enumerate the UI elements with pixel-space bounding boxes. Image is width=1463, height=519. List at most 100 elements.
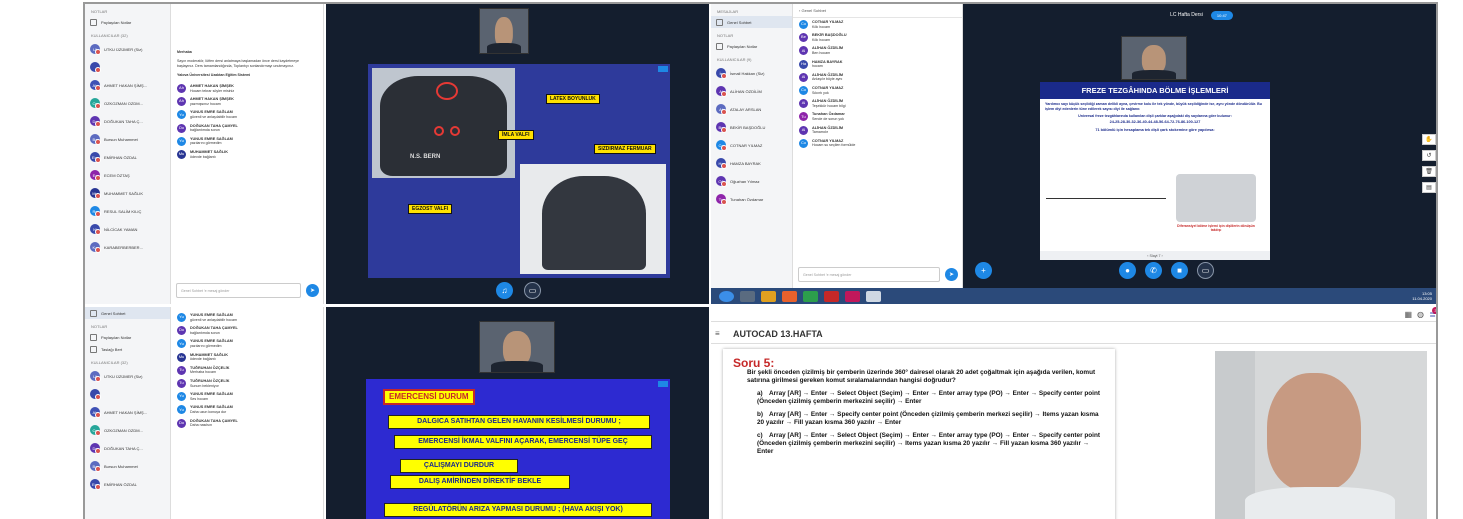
message-text: ödevde bağlantı xyxy=(190,357,216,362)
users-section-title: KULLANICILAR (32) xyxy=(91,360,128,365)
send-icon[interactable]: ➤ xyxy=(945,268,958,281)
start-icon[interactable] xyxy=(719,290,734,302)
user-item[interactable]: Ba Bursun Muhammet xyxy=(85,130,170,148)
user-item[interactable]: Oğ Oğuzhan Yılmaz xyxy=(711,172,792,190)
user-item[interactable]: Be BEKİR BAŞDOĞLU xyxy=(711,118,792,136)
option-letter: c) xyxy=(757,432,763,439)
user-item[interactable]: Re RESUL SALİM KILIÇ xyxy=(85,202,170,220)
avatar: Mu xyxy=(177,352,186,362)
slide-caption: Diferansiyel bölme işlemi için dişlileri… xyxy=(1177,224,1255,232)
welcome-sign: Yalova Üniversitesi Uzaktan Eğitim Siste… xyxy=(177,73,251,77)
avatar: Yu xyxy=(177,405,186,415)
user-item[interactable] xyxy=(85,385,170,403)
user-item[interactable]: Ut UTKU ÜZÜMER (Siz) xyxy=(85,40,170,58)
taskbar-app-2[interactable] xyxy=(845,290,860,302)
avatar: Do xyxy=(177,326,186,336)
public-chat-item[interactable]: Genel Sohbet xyxy=(85,307,170,319)
folder-icon[interactable] xyxy=(761,290,776,302)
user-item[interactable]: Ka KARABERBERBER... xyxy=(85,238,170,256)
message-text: Sunum bekleniyor xyxy=(190,383,219,388)
label-inflate: İMLA VALFI xyxy=(498,130,534,140)
message-author: COTNAR YILMAZ xyxy=(812,138,844,143)
actions-plus-icon[interactable]: + xyxy=(975,262,992,279)
user-item[interactable]: Ah AHMET HAKAN ŞİMŞ... xyxy=(85,76,170,94)
avatar: Ha xyxy=(716,158,727,169)
message-author: Tunahan Özdamar xyxy=(812,112,845,117)
message-text: Anlaşılır böyle aynı xyxy=(812,77,843,82)
shared-notes-item[interactable]: Paylaşılan Notlar xyxy=(711,40,792,52)
chat-message: Ah AHMET HAKAN ŞİMŞEK yazmışsınız hocam xyxy=(171,95,323,108)
camera-icon[interactable]: ■ xyxy=(1171,262,1188,279)
options-list: a) Array [AR] → Enter → Select Object (Se… xyxy=(733,390,1105,456)
answer-option[interactable]: c) Array [AR] → Enter → Select Object (Se… xyxy=(757,432,1105,456)
user-item[interactable]: Ec ECEM ÖZTAŞ xyxy=(85,166,170,184)
user-name: BEKİR BAŞDOĞLU xyxy=(730,124,766,130)
chat-input[interactable]: Genel Sohbet 'e mesaj gönder xyxy=(798,267,940,282)
trash-icon[interactable]: 🗑 xyxy=(1422,166,1436,177)
answer-option[interactable]: b) Array [AR] → Enter → Specify center po… xyxy=(757,411,1105,427)
chrome-icon[interactable] xyxy=(803,290,818,302)
user-item[interactable]: Ah AHMET HAKAN ŞİMŞ... xyxy=(85,403,170,421)
user-item[interactable]: At ATALAY ARSLAN xyxy=(711,100,792,118)
message-text: güvenli ve anlaşılabilir hocam xyxy=(190,317,237,322)
recording-indicator[interactable]: 10:47 xyxy=(1210,10,1233,20)
slide-menu-icon[interactable] xyxy=(658,381,668,387)
user-item[interactable]: Oz OZKOZMAN OZDM... xyxy=(85,94,170,112)
notes2-item[interactable]: Taslağı Bert xyxy=(85,343,170,355)
user-item[interactable]: Ni NİLCİCAK YAMAN xyxy=(85,220,170,238)
phone-icon[interactable]: ✆ xyxy=(1145,262,1162,279)
session-3-window: Genel Sohbet NOTLAR Paylaşılan Notlar Ta… xyxy=(85,307,709,519)
undo-icon[interactable]: ↺ xyxy=(1422,150,1436,161)
avatar: Co xyxy=(799,138,808,148)
pdf-icon[interactable] xyxy=(824,290,839,302)
avatar xyxy=(90,389,101,400)
chat-panel: Yu YUNUS EMRE SAĞLAM güvenli ve anlaşılabi… xyxy=(171,307,324,519)
user-item[interactable]: Al ALİHAN ÖZDİLİM xyxy=(711,82,792,100)
avatar: Ha xyxy=(799,59,808,69)
whiteboard-icon[interactable]: ▤ xyxy=(1422,182,1436,193)
globe-icon[interactable]: ◍ xyxy=(1417,310,1424,319)
firefox-icon[interactable] xyxy=(782,290,797,302)
avatar: Co xyxy=(716,140,727,151)
audio-icon[interactable]: ♫ xyxy=(496,282,513,299)
notes-icon xyxy=(716,42,723,50)
public-chat-item[interactable]: Genel Sohbet xyxy=(711,16,792,28)
shared-notes-item[interactable]: Paylaşılan Notlar xyxy=(85,16,170,28)
slide-text-1: Yardımcı sayı küçük seçildiği zaman deli… xyxy=(1045,102,1262,111)
user-item[interactable]: İs İsmail Hakkan (Siz) xyxy=(711,64,792,82)
user-item[interactable] xyxy=(85,58,170,76)
avatar: Ah xyxy=(90,407,101,418)
send-icon[interactable]: ➤ xyxy=(306,284,319,297)
menu-icon[interactable]: ≡ xyxy=(715,329,720,338)
answer-option[interactable]: a) Array [AR] → Enter → Select Object (Se… xyxy=(757,390,1105,406)
avatar: Al xyxy=(799,125,808,135)
hand-tool-icon[interactable]: ✋ xyxy=(1422,134,1436,145)
user-item[interactable]: Oz OZKOZMAN OZDM... xyxy=(85,421,170,439)
chat-message: Al ALİHAN ÖZDİLİM Tamamdır xyxy=(793,124,962,137)
user-item[interactable]: Do DOĞUKAN TAHA Ç... xyxy=(85,439,170,457)
user-item[interactable]: Tu Tunahan Özdamar xyxy=(711,190,792,208)
avatar: Ah xyxy=(177,84,186,93)
chat-input[interactable]: Genel Sohbet 'e mesaj gönder xyxy=(176,283,301,298)
user-item[interactable]: Mu MUHAMMET SAĞLIK xyxy=(85,184,170,202)
user-item[interactable]: Ha HAMZA BAYRAK xyxy=(711,154,792,172)
mic-icon[interactable]: ● xyxy=(1119,262,1136,279)
avatar: Al xyxy=(716,86,727,97)
user-item[interactable]: Ut UTKU ÜZÜMER (Siz) xyxy=(85,367,170,385)
taskbar-app-1[interactable] xyxy=(740,290,755,302)
share-screen-icon[interactable]: ▭ xyxy=(1197,262,1214,279)
taskbar-app-3[interactable] xyxy=(866,290,881,302)
slide-menu-icon[interactable] xyxy=(658,66,668,72)
slide-pager[interactable]: ‹ Slayt 7 › xyxy=(1040,251,1270,260)
welcome-message: Merhaba Sayın moderatör, lütfen dersi an… xyxy=(171,46,323,82)
share-screen-icon[interactable]: ▭ xyxy=(524,282,541,299)
calendar-icon[interactable]: ▦ xyxy=(1404,310,1412,319)
user-item[interactable]: Ba Bursun Muhammet xyxy=(85,457,170,475)
user-item[interactable]: Do DOĞUKAN TAHA Ç... xyxy=(85,112,170,130)
user-item[interactable]: Em EMİRHAN ÖZDAL xyxy=(85,475,170,493)
user-item[interactable]: Em EMİRHAN ÖZDAL xyxy=(85,148,170,166)
user-item[interactable]: Co COTNAR YILMAZ xyxy=(711,136,792,154)
chat-message: Yu YUNUS EMRE SAĞLAM Daha uzun konuşa dur xyxy=(171,403,323,416)
shared-notes-item[interactable]: Paylaşılan Notlar xyxy=(85,331,170,343)
presentation-slide: FREZE TEZGÂHINDA BÖLME İŞLEMLERİ Yardımc… xyxy=(1040,82,1270,260)
